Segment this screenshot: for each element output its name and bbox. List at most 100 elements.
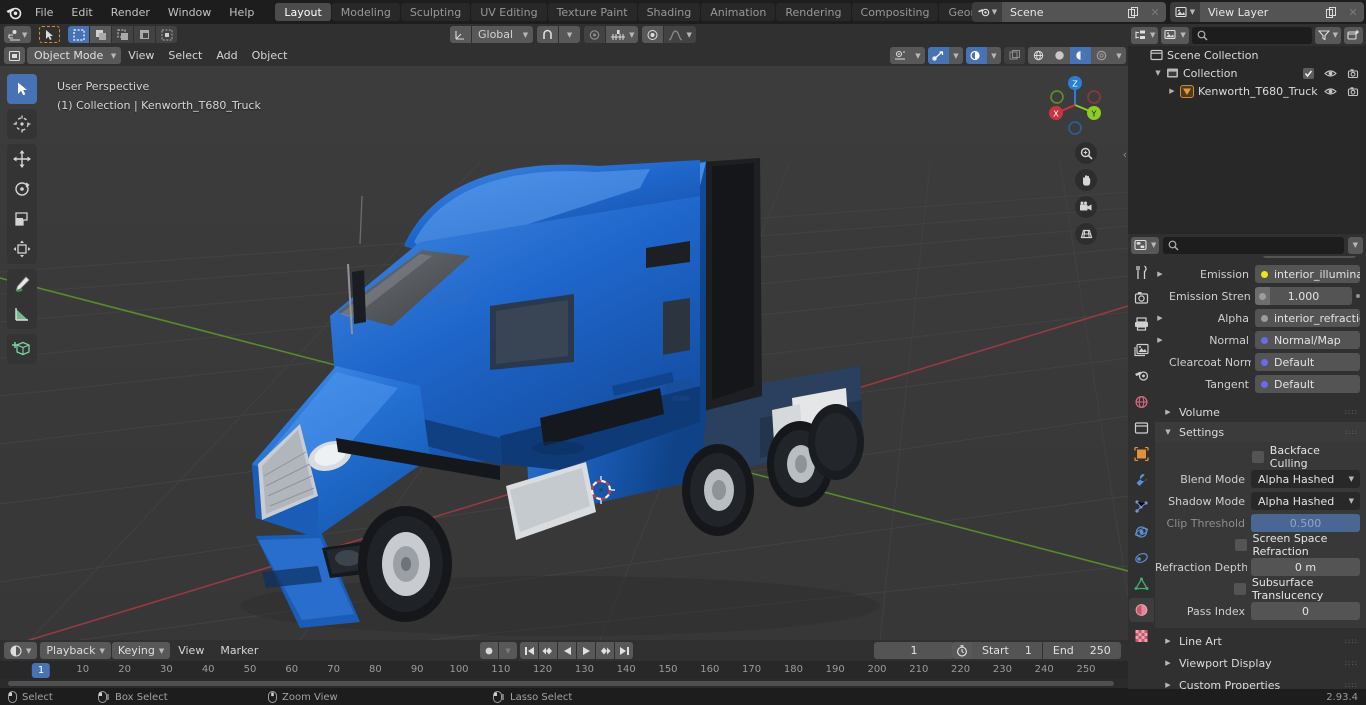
jump-to-end-icon[interactable] [615, 642, 633, 659]
rendered-shading-icon[interactable] [1091, 47, 1112, 64]
snap-options-dropdown[interactable]: ▼ [559, 26, 581, 43]
camera-render-icon[interactable] [1347, 68, 1360, 79]
setting-screen-space-refraction[interactable]: Screen Space Refraction [1155, 532, 1360, 558]
mesh-data-triangle-tab-icon[interactable] [1129, 572, 1154, 596]
viewport-menu-add[interactable]: Add [209, 47, 244, 64]
unlink-scene-button[interactable]: ✕ [1144, 2, 1166, 22]
select-extend-icon[interactable] [90, 26, 112, 43]
tab-modeling[interactable]: Modeling [331, 3, 400, 21]
overlays-group[interactable]: ▼ [966, 47, 1001, 64]
world-globe-tab-icon[interactable] [1129, 390, 1154, 414]
material-sphere-tab-icon[interactable] [1129, 598, 1154, 622]
expander-triangle-icon[interactable]: ▶ [1163, 637, 1173, 645]
prev-keyframe-icon[interactable] [539, 642, 557, 659]
active-tool-icon[interactable] [39, 26, 61, 43]
timeline-menu-view[interactable]: View [170, 642, 212, 659]
prop-value-field[interactable]: Normal/Map [1255, 331, 1360, 349]
shading-modes-group[interactable]: ▼ [1028, 47, 1126, 64]
camera-icon[interactable] [1075, 196, 1097, 218]
prop-row-tangent[interactable]: Tangent Default [1155, 374, 1360, 394]
object-types-visibility-icon[interactable] [890, 47, 911, 64]
prop-row-normal[interactable]: ▶ Normal Normal/Map [1155, 330, 1360, 350]
panel-custom-properties[interactable]: ▶ Custom Properties :::: [1155, 675, 1366, 690]
remove-view-layer-button[interactable]: ✕ [1342, 2, 1364, 22]
expander-triangle-icon[interactable]: ▼ [1163, 428, 1173, 436]
outliner-filter-icon[interactable]: ▼ [1314, 26, 1341, 44]
scene-tab-icon[interactable] [1129, 364, 1154, 388]
tab-shading[interactable]: Shading [637, 3, 701, 21]
select-set-icon[interactable] [68, 26, 90, 43]
viewport-editor-type-icon[interactable] [4, 47, 25, 64]
zoom-icon[interactable] [1075, 142, 1097, 164]
ortho-grid-icon[interactable] [1075, 223, 1097, 245]
setting-backface-culling[interactable]: Backface Culling [1155, 444, 1360, 470]
proportional-edit-icon[interactable] [584, 26, 606, 43]
snap-target-icon[interactable]: ▼ [606, 26, 639, 43]
checkbox-icon[interactable] [1303, 67, 1314, 79]
tab-layout[interactable]: Layout [275, 3, 331, 21]
annotate-tool-icon[interactable] [7, 269, 37, 299]
tab-compositing[interactable]: Compositing [851, 3, 939, 21]
shadow-mode-select[interactable]: Alpha Hashed ▼ [1251, 492, 1360, 510]
properties-options-dropdown[interactable]: ▼ [1347, 236, 1363, 254]
end-frame-field[interactable]: End 250 [1042, 642, 1121, 659]
setting-subsurface-translucency[interactable]: Subsurface Translucency [1155, 576, 1360, 602]
checkbox-icon[interactable] [1233, 583, 1246, 595]
new-view-layer-button[interactable] [1320, 2, 1342, 22]
snap-magnet-icon[interactable] [537, 26, 559, 43]
eye-icon[interactable] [1324, 86, 1337, 97]
cursor-tool-icon[interactable] [7, 109, 37, 139]
setting-shadow-mode[interactable]: Shadow Mode Alpha Hashed ▼ [1155, 491, 1360, 511]
xray-toggle-icon[interactable] [1004, 47, 1025, 64]
timeline-scrollbar[interactable] [0, 679, 1128, 688]
camera-render-icon[interactable] [1347, 86, 1360, 97]
transform-tool-icon[interactable] [7, 234, 37, 264]
move-tool-icon[interactable] [7, 144, 37, 174]
show-overlays-icon[interactable] [966, 47, 987, 64]
expander-triangle-icon[interactable]: ▶ [1163, 681, 1173, 689]
properties-body[interactable]: ▶ Emission interior_illumination_... Emi… [1155, 256, 1366, 689]
3d-viewport[interactable]: User Perspective (1) Collection | Kenwor… [0, 66, 1128, 640]
wrench-modifier-tab-icon[interactable] [1129, 468, 1154, 492]
prop-row-clearcoat-normal[interactable]: Clearcoat Normal Default [1155, 352, 1360, 372]
outliner-search-input[interactable] [1191, 26, 1312, 44]
select-subtract-icon[interactable] [112, 26, 134, 43]
editor-type-selector[interactable]: ▼ [4, 26, 32, 43]
tab-animation[interactable]: Animation [701, 3, 776, 21]
expander-triangle-icon[interactable]: ▶ [1155, 336, 1165, 344]
menu-file[interactable]: File [26, 0, 62, 24]
panel-settings[interactable]: ▼ Settings :::: [1155, 422, 1366, 442]
scale-tool-icon[interactable] [7, 204, 37, 234]
expander-triangle-icon[interactable]: ▶ [1163, 408, 1173, 416]
timeline-playhead[interactable]: 1 [31, 663, 51, 678]
play-reverse-icon[interactable] [558, 642, 576, 659]
animate-property-dot-icon[interactable] [1356, 294, 1360, 298]
pass-index-field[interactable]: 0 [1251, 602, 1360, 620]
scene-selector[interactable]: ▼ Scene ✕ [972, 2, 1166, 22]
tool-tab-icon[interactable] [1129, 260, 1154, 284]
panel-volume[interactable]: ▶ Volume :::: [1155, 402, 1366, 422]
view-layer-icon[interactable]: ▼ [1170, 2, 1200, 22]
snap-group[interactable]: ▼ [537, 26, 581, 43]
shading-dropdown[interactable]: ▼ [1112, 47, 1126, 64]
proportional-falloff-group[interactable]: ▼ [642, 26, 696, 43]
new-collection-icon[interactable] [1344, 26, 1363, 44]
setting-pass-index[interactable]: Pass Index 0 [1155, 601, 1360, 621]
refraction-depth-field[interactable]: 0 m [1251, 558, 1360, 576]
checkbox-icon[interactable] [1251, 451, 1264, 463]
start-frame-field[interactable]: Start 1 [972, 642, 1042, 659]
outliner-row-scene-collection[interactable]: Scene Collection [1128, 46, 1366, 64]
prop-value-field[interactable]: Default [1255, 353, 1360, 371]
timeline-menu-marker[interactable]: Marker [212, 642, 266, 659]
jump-to-start-icon[interactable] [520, 642, 538, 659]
next-keyframe-icon[interactable] [596, 642, 614, 659]
falloff-curve-icon[interactable]: ▼ [664, 26, 696, 43]
viewport-menu-view[interactable]: View [121, 47, 161, 64]
visibility-dropdown[interactable]: ▼ [911, 47, 925, 64]
menu-render[interactable]: Render [102, 0, 159, 24]
tab-sculpting[interactable]: Sculpting [400, 3, 471, 21]
output-printer-tab-icon[interactable] [1129, 312, 1154, 336]
timeline-editor-type-icon[interactable]: ▼ [4, 642, 38, 659]
menu-edit[interactable]: Edit [62, 0, 101, 24]
menu-window[interactable]: Window [159, 0, 220, 24]
